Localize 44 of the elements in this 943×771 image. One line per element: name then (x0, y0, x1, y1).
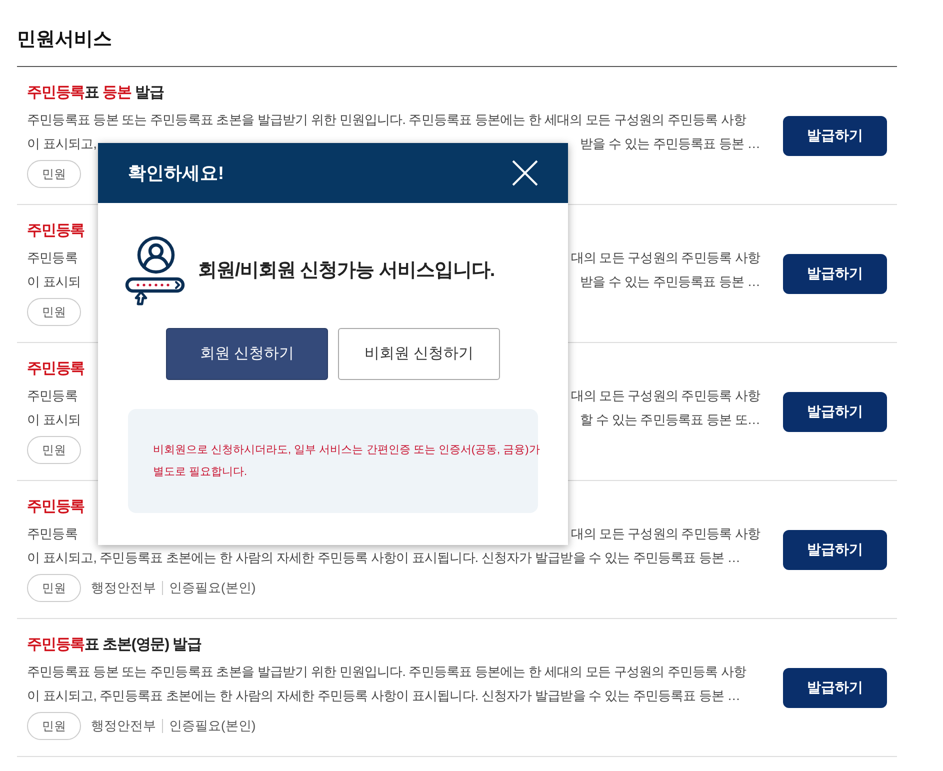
service-meta: 인증필요(본인) (162, 719, 256, 733)
issue-button[interactable]: 발급하기 (783, 668, 887, 708)
service-description: 대의 모든 구성원의 주민등록 사항 (570, 387, 760, 405)
service-description: 받을 수 있는 주민등록표 등본 … (580, 273, 760, 291)
service-description: 주민등록표 등본 또는 주민등록표 초본을 발급받기 위한 민원입니다. 주민등록표 등본에는 한 세대의 모든 구성원의 주민등록 사항 (27, 111, 746, 129)
service-description: 주민등록 (27, 525, 78, 543)
guest-apply-button[interactable]: 비회원 신청하기 (338, 328, 500, 380)
service-description: 이 표시되 (27, 273, 81, 291)
category-tag: 민원 (27, 160, 81, 188)
issue-button[interactable]: 발급하기 (783, 392, 887, 432)
service-title[interactable]: 주민등록표 등본 발급 (27, 83, 164, 103)
dialog-title: 확인하세요! (128, 162, 224, 184)
service-description: 이 표시되고, 주민등록표 초본에는 한 사람의 자세한 주민등록 사항이 표시됩니다. 신청자가 발급받을 수 있는 주민등록표 등본 … (27, 687, 740, 705)
service-description: 주민등록표 등본 또는 주민등록표 초본을 발급받기 위한 민원입니다. 주민등록표 등본에는 한 세대의 모든 구성원의 주민등록 사항 (27, 663, 746, 681)
service-title[interactable]: 주민등록 (27, 359, 85, 379)
issue-button[interactable]: 발급하기 (783, 254, 887, 294)
dialog-message: 회원/비회원 신청가능 서비스입니다. (198, 258, 495, 283)
notice-text: 비회원으로 신청하시더라도, 일부 서비스는 간편인증 또는 인증서(공동, 금융)가 (153, 443, 538, 458)
issue-button[interactable]: 발급하기 (783, 116, 887, 156)
service-description: 받을 수 있는 주민등록표 등본 … (580, 135, 760, 153)
notice-text: 별도로 필요합니다. (153, 465, 248, 480)
service-description: 주민등록 (27, 249, 78, 267)
service-description: 할 수 있는 주민등록표 등본 또… (580, 411, 760, 429)
service-title[interactable]: 주민등록표 초본(영문) 발급 (27, 635, 202, 655)
service-meta: 행정안전부 (91, 581, 156, 595)
service-description: 이 표시되고, (27, 135, 96, 153)
service-description: 주민등록 (27, 387, 78, 405)
category-tag: 민원 (27, 712, 81, 740)
close-button[interactable] (512, 160, 538, 186)
category-tag: 민원 (27, 436, 81, 464)
page-title: 민원서비스 (17, 28, 113, 52)
close-icon (512, 160, 538, 186)
category-tag: 민원 (27, 574, 81, 602)
service-meta: 인증필요(본인) (162, 581, 256, 595)
category-tag: 민원 (27, 298, 81, 326)
member-apply-button[interactable]: 회원 신청하기 (166, 328, 328, 380)
service-title[interactable]: 주민등록 (27, 221, 85, 241)
service-meta: 행정안전부 (91, 719, 156, 733)
issue-button[interactable]: 발급하기 (783, 530, 887, 570)
service-description: 대의 모든 구성원의 주민등록 사항 (570, 249, 760, 267)
service-description: 이 표시되고, 주민등록표 초본에는 한 사람의 자세한 주민등록 사항이 표시됩니다. 신청자가 발급받을 수 있는 주민등록표 등본 … (27, 549, 740, 567)
service-description: 대의 모든 구성원의 주민등록 사항 (570, 525, 760, 543)
service-description: 이 표시되 (27, 411, 81, 429)
service-title[interactable]: 주민등록 (27, 497, 85, 517)
